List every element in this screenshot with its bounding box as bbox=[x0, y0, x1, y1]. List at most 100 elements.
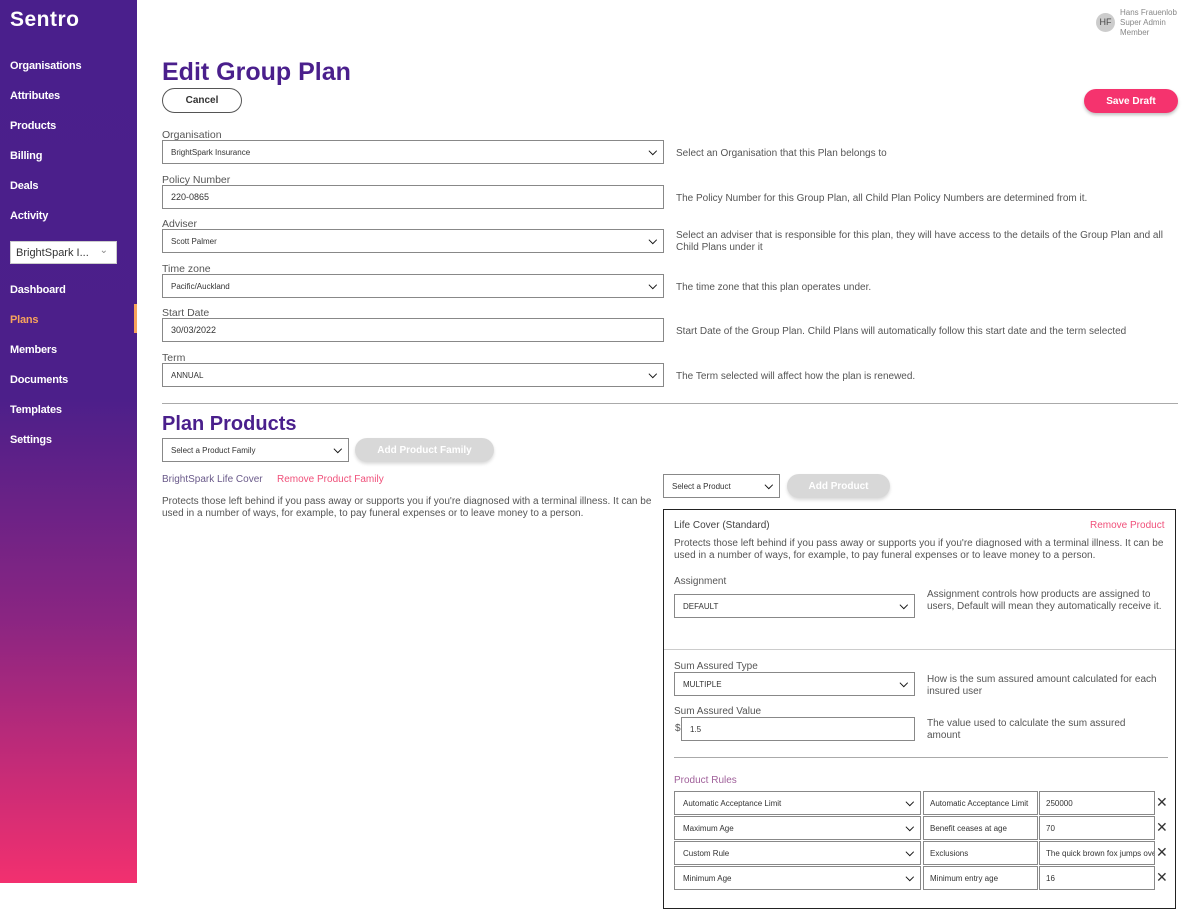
product-family-select-value: Select a Product Family bbox=[171, 445, 256, 455]
product-family-name: BrightSpark Life Cover bbox=[162, 474, 263, 485]
rule-name-input[interactable]: Exclusions bbox=[923, 841, 1038, 865]
term-value: ANNUAL bbox=[171, 370, 204, 380]
chevron-down-icon: ⌵ bbox=[648, 235, 657, 247]
rule-name-input[interactable]: Automatic Acceptance Limit bbox=[923, 791, 1038, 815]
product-family-select[interactable]: Select a Product Family ⌵ bbox=[162, 438, 349, 462]
chevron-down-icon: ⌵ bbox=[648, 280, 657, 292]
rule-type-select[interactable]: Automatic Acceptance Limit ⌵ bbox=[674, 791, 921, 815]
chevron-down-icon: ⌵ bbox=[905, 797, 914, 809]
user-name: Hans Frauenlob bbox=[1120, 8, 1177, 17]
chevron-down-icon: ⌵ bbox=[905, 822, 914, 834]
sum-assured-value-label: Sum Assured Value bbox=[674, 706, 762, 717]
plan-products-heading: Plan Products bbox=[162, 413, 297, 435]
assignment-label: Assignment bbox=[674, 576, 727, 587]
product-name: Life Cover (Standard) bbox=[674, 520, 770, 531]
currency-symbol: $ bbox=[675, 723, 681, 734]
remove-product-family-link[interactable]: Remove Product Family bbox=[277, 474, 384, 485]
rule-value-input[interactable]: 70 bbox=[1039, 816, 1155, 840]
product-description: Protects those left behind if you pass a… bbox=[674, 538, 1164, 561]
rule-type-value: Maximum Age bbox=[683, 823, 734, 833]
organisation-help: Select an Organisation that this Plan be… bbox=[676, 148, 887, 159]
policy-number-help: The Policy Number for this Group Plan, a… bbox=[676, 193, 1088, 204]
sidebar-item-billing[interactable]: Billing bbox=[10, 150, 42, 162]
rule-name-value: Benefit ceases at age bbox=[930, 823, 1007, 833]
chevron-down-icon: ⌵ bbox=[648, 369, 657, 381]
sum-assured-value: 1.5 bbox=[690, 724, 702, 734]
sum-assured-type-value: MULTIPLE bbox=[683, 679, 722, 689]
sidebar-item-templates[interactable]: Templates bbox=[10, 404, 62, 416]
rule-type-select[interactable]: Minimum Age ⌵ bbox=[674, 866, 921, 890]
adviser-select[interactable]: Scott Palmer ⌵ bbox=[162, 229, 664, 253]
adviser-help: Select an adviser that is responsible fo… bbox=[676, 230, 1163, 253]
sidebar-item-dashboard[interactable]: Dashboard bbox=[10, 284, 66, 296]
remove-rule-close-icon[interactable]: ✕ bbox=[1156, 869, 1168, 886]
rule-value-input[interactable]: 250000 bbox=[1039, 791, 1155, 815]
chevron-down-icon: ⌵ bbox=[333, 444, 342, 456]
product-select-value: Select a Product bbox=[672, 481, 731, 491]
rule-type-select[interactable]: Custom Rule ⌵ bbox=[674, 841, 921, 865]
add-product-button[interactable]: Add Product bbox=[787, 474, 890, 498]
rule-value-input[interactable]: The quick brown fox jumps over bbox=[1039, 841, 1155, 865]
rule-name-value: Minimum entry age bbox=[930, 873, 999, 883]
assignment-value: DEFAULT bbox=[683, 601, 719, 611]
add-product-family-button[interactable]: Add Product Family bbox=[355, 438, 494, 462]
rule-type-value: Minimum Age bbox=[683, 873, 732, 883]
remove-product-link[interactable]: Remove Product bbox=[1090, 520, 1164, 531]
start-date-value: 30/03/2022 bbox=[171, 325, 217, 335]
sum-assured-type-help: How is the sum assured amount calculated… bbox=[927, 674, 1157, 697]
remove-rule-close-icon[interactable]: ✕ bbox=[1156, 819, 1168, 836]
rule-name-input[interactable]: Minimum entry age bbox=[923, 866, 1038, 890]
organisation-select[interactable]: BrightSpark Insurance ⌵ bbox=[162, 140, 664, 164]
save-draft-button[interactable]: Save Draft bbox=[1084, 89, 1178, 113]
divider bbox=[664, 649, 1175, 650]
chevron-down-icon: ⌵ bbox=[905, 847, 914, 859]
user-type: Member bbox=[1120, 28, 1150, 37]
chevron-down-icon: ⌵ bbox=[648, 146, 657, 158]
sidebar-item-plans[interactable]: Plans bbox=[10, 314, 39, 326]
chevron-down-icon: ⌵ bbox=[899, 678, 908, 690]
remove-rule-close-icon[interactable]: ✕ bbox=[1156, 844, 1168, 861]
start-date-input[interactable]: 30/03/2022 bbox=[162, 318, 664, 342]
rule-name-value: Exclusions bbox=[930, 848, 969, 858]
sidebar-item-activity[interactable]: Activity bbox=[10, 210, 48, 222]
sidebar-item-products[interactable]: Products bbox=[10, 120, 56, 132]
time-zone-help: The time zone that this plan operates un… bbox=[676, 282, 872, 293]
policy-number-input[interactable]: 220-0865 bbox=[162, 185, 664, 209]
sidebar-item-members[interactable]: Members bbox=[10, 344, 57, 356]
product-select[interactable]: Select a Product ⌵ bbox=[663, 474, 780, 498]
remove-rule-close-icon[interactable]: ✕ bbox=[1156, 794, 1168, 811]
rule-name-value: Automatic Acceptance Limit bbox=[930, 798, 1029, 808]
sidebar-item-settings[interactable]: Settings bbox=[10, 434, 52, 446]
avatar[interactable]: HF bbox=[1096, 13, 1115, 32]
organisation-switcher[interactable]: BrightSpark I... ⌄ bbox=[10, 241, 117, 264]
time-zone-value: Pacific/Auckland bbox=[171, 281, 230, 291]
policy-number-value: 220-0865 bbox=[171, 192, 210, 202]
term-help: The Term selected will affect how the pl… bbox=[676, 371, 916, 382]
sidebar: Sentro BrightSpark I... ⌄ Organisations At… bbox=[0, 0, 137, 883]
rule-value: The quick brown fox jumps over bbox=[1046, 848, 1155, 858]
term-select[interactable]: ANNUAL ⌵ bbox=[162, 363, 664, 387]
rule-value-input[interactable]: 16 bbox=[1039, 866, 1155, 890]
rule-type-select[interactable]: Maximum Age ⌵ bbox=[674, 816, 921, 840]
chevron-down-icon: ⌵ bbox=[764, 480, 773, 492]
organisation-switcher-value: BrightSpark I... bbox=[16, 247, 89, 259]
user-role: Super Admin bbox=[1120, 18, 1166, 27]
sum-assured-value-input[interactable]: 1.5 bbox=[681, 717, 915, 741]
start-date-help: Start Date of the Group Plan. Child Plan… bbox=[676, 326, 1127, 337]
assignment-help: Assignment controls how products are ass… bbox=[927, 589, 1162, 612]
page-title: Edit Group Plan bbox=[162, 58, 351, 86]
sidebar-item-documents[interactable]: Documents bbox=[10, 374, 68, 386]
logo: Sentro bbox=[10, 8, 80, 31]
cancel-button[interactable]: Cancel bbox=[162, 88, 242, 113]
chevron-down-icon: ⌄ bbox=[99, 245, 108, 256]
sum-assured-type-select[interactable]: MULTIPLE ⌵ bbox=[674, 672, 915, 696]
rule-type-value: Automatic Acceptance Limit bbox=[683, 798, 782, 808]
divider bbox=[674, 757, 1168, 758]
assignment-select[interactable]: DEFAULT ⌵ bbox=[674, 594, 915, 618]
sidebar-item-deals[interactable]: Deals bbox=[10, 180, 39, 192]
rule-name-input[interactable]: Benefit ceases at age bbox=[923, 816, 1038, 840]
time-zone-select[interactable]: Pacific/Auckland ⌵ bbox=[162, 274, 664, 298]
sidebar-item-organisations[interactable]: Organisations bbox=[10, 60, 82, 72]
sidebar-item-attributes[interactable]: Attributes bbox=[10, 90, 60, 102]
product-family-description: Protects those left behind if you pass a… bbox=[162, 496, 652, 519]
